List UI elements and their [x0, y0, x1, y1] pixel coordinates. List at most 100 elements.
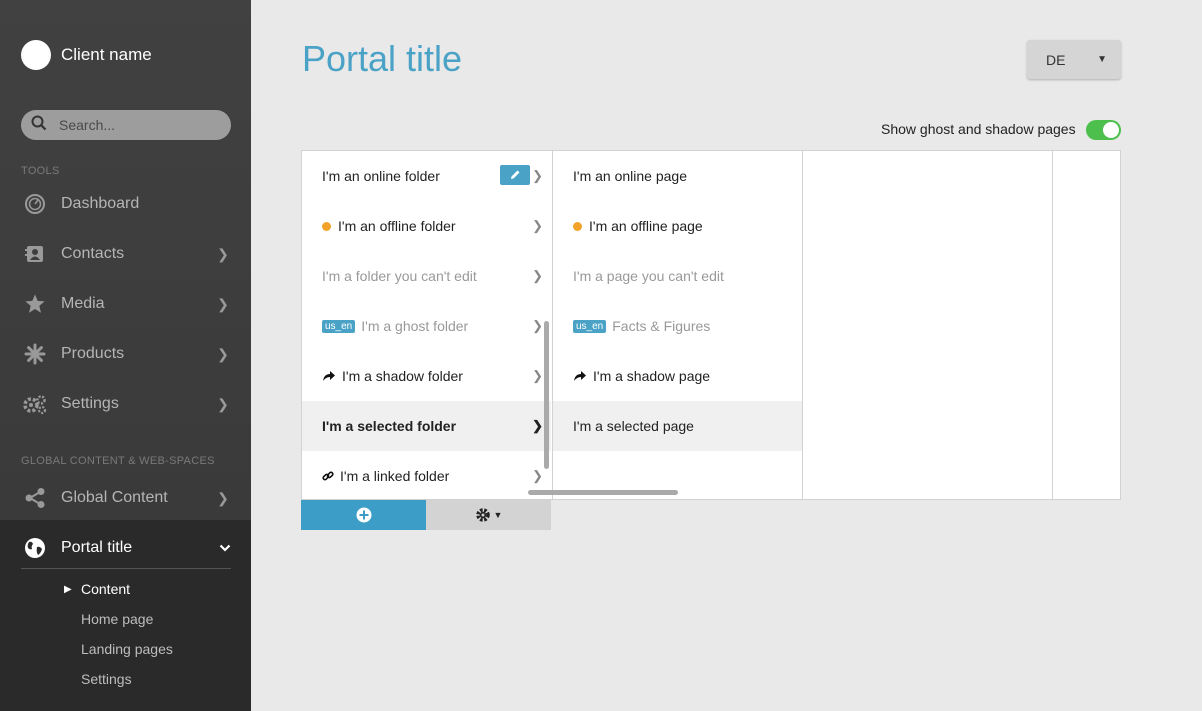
products-icon: [21, 340, 49, 368]
page-row-offline[interactable]: I'm an offline page: [553, 201, 802, 251]
chevron-right-icon: ❯: [532, 468, 543, 483]
chevron-right-icon: ❯: [532, 218, 543, 233]
client-header[interactable]: Client name: [21, 40, 152, 70]
nav-dashboard-label: Dashboard: [61, 195, 140, 212]
ghost-shadow-toggle[interactable]: [1086, 120, 1121, 140]
search-input[interactable]: [57, 116, 211, 134]
chevron-right-icon: ❯: [532, 168, 543, 183]
shadow-arrow-icon: [573, 370, 587, 382]
page-row-online[interactable]: I'm an online page: [553, 151, 802, 201]
share-icon: [21, 484, 49, 512]
pencil-icon: [511, 170, 520, 179]
search-icon: [31, 115, 47, 136]
link-icon: [322, 470, 334, 482]
caret-down-icon: ▼: [1097, 54, 1107, 65]
page-label: I'm an offline page: [589, 218, 703, 234]
subnav-content[interactable]: Content: [81, 581, 130, 597]
page-row-readonly[interactable]: I'm a page you can't edit: [553, 251, 802, 301]
page-label: Facts & Figures: [612, 318, 711, 334]
client-name: Client name: [61, 45, 152, 64]
folder-label: I'm an online folder: [322, 168, 440, 184]
page-label: I'm an online page: [573, 168, 687, 184]
chevron-right-icon: ❯: [217, 395, 229, 412]
nav-settings-label: Settings: [61, 395, 119, 412]
caret-right-icon: ▶: [64, 584, 72, 595]
toggle-knob: [1103, 122, 1119, 138]
folder-label: I'm a folder you can't edit: [322, 268, 477, 284]
star-icon: [21, 290, 49, 318]
subnav-home-page[interactable]: Home page: [81, 611, 153, 627]
nav-portal-label: Portal title: [61, 539, 133, 556]
page-title: Portal title: [302, 38, 463, 79]
folder-label: I'm a shadow folder: [342, 368, 463, 384]
folder-row-ghost[interactable]: us_en I'm a ghost folder ❯: [302, 301, 551, 351]
global-content-heading: GLOBAL CONTENT & WEB-SPACES: [21, 455, 215, 467]
nav-contacts-label: Contacts: [61, 245, 125, 262]
nav-settings[interactable]: Settings ❯: [21, 386, 231, 422]
portal-divider: [21, 568, 231, 569]
nav-products[interactable]: Products ❯: [21, 336, 231, 372]
subnav-settings[interactable]: Settings: [81, 671, 132, 687]
folder-label: I'm a selected folder: [322, 418, 457, 434]
search-box[interactable]: [21, 110, 231, 140]
portal-section: Portal title ▶ Content Home page Landing…: [0, 520, 251, 711]
ghost-toggle-label: Show ghost and shadow pages: [881, 121, 1076, 137]
offline-dot-icon: [322, 221, 331, 231]
sidebar: Client name TOOLS Dashboard Contacts ❯ M…: [0, 0, 251, 711]
vertical-scrollbar[interactable]: [544, 321, 549, 469]
client-avatar: [21, 40, 51, 70]
gears-icon: [21, 390, 49, 418]
folder-row-offline[interactable]: I'm an offline folder ❯: [302, 201, 551, 251]
horizontal-scrollbar[interactable]: [528, 490, 678, 495]
folder-row-selected[interactable]: I'm a selected folder ❯: [302, 401, 551, 451]
chevron-right-icon: ❯: [217, 489, 229, 506]
column-navigator: I'm an online folder ❯ I'm an offline fo…: [301, 150, 1121, 500]
locale-badge: us_en: [573, 319, 607, 333]
globe-icon: [21, 537, 49, 559]
empty-column: [1052, 151, 1121, 499]
folder-row-shadow[interactable]: I'm a shadow folder ❯: [302, 351, 551, 401]
offline-dot-icon: [573, 221, 582, 231]
empty-column: [802, 151, 1052, 499]
chevron-right-icon: ❯: [532, 368, 543, 383]
settings-menu-button[interactable]: ▼: [426, 500, 551, 530]
folder-row-linked[interactable]: I'm a linked folder ❯: [302, 451, 551, 501]
chevron-right-icon: ❯: [217, 295, 229, 312]
nav-media[interactable]: Media ❯: [21, 286, 231, 322]
folder-row-online[interactable]: I'm an online folder ❯: [302, 151, 551, 201]
folder-label: I'm a linked folder: [340, 468, 450, 484]
page-label: I'm a selected page: [573, 418, 694, 434]
nav-dashboard[interactable]: Dashboard: [21, 186, 231, 222]
language-select[interactable]: DE ▼: [1027, 40, 1121, 79]
nav-products-label: Products: [61, 345, 125, 362]
gear-icon: [475, 508, 490, 522]
chevron-right-icon: ❯: [532, 418, 543, 433]
page-label: I'm a shadow page: [593, 368, 711, 384]
folder-row-readonly[interactable]: I'm a folder you can't edit ❯: [302, 251, 551, 301]
nav-media-label: Media: [61, 295, 105, 312]
plus-circle-icon: [356, 507, 371, 523]
nav-contacts[interactable]: Contacts ❯: [21, 236, 231, 272]
shadow-arrow-icon: [322, 370, 336, 382]
nav-global-content[interactable]: Global Content ❯: [21, 480, 231, 516]
subnav-landing-pages[interactable]: Landing pages: [81, 641, 173, 657]
tools-heading: TOOLS: [21, 165, 60, 177]
contacts-icon: [21, 240, 49, 268]
chevron-right-icon: ❯: [532, 268, 543, 283]
page-column: I'm an online page I'm an offline page I…: [552, 151, 802, 499]
chevron-right-icon: ❯: [532, 318, 543, 333]
folder-label: I'm a ghost folder: [361, 318, 469, 334]
chevron-right-icon: ❯: [217, 245, 229, 262]
folder-label: I'm an offline folder: [338, 218, 456, 234]
nav-global-content-label: Global Content: [61, 489, 168, 506]
edit-button[interactable]: [500, 165, 530, 185]
chevron-down-icon: [219, 539, 231, 557]
page-row-ghost[interactable]: us_en Facts & Figures: [553, 301, 802, 351]
language-value: DE: [1046, 51, 1066, 68]
caret-down-icon: ▼: [493, 510, 503, 520]
add-button[interactable]: [301, 500, 426, 530]
dashboard-icon: [21, 190, 49, 218]
page-row-selected[interactable]: I'm a selected page: [553, 401, 802, 451]
page-row-shadow[interactable]: I'm a shadow page: [553, 351, 802, 401]
nav-portal[interactable]: Portal title: [21, 530, 231, 566]
